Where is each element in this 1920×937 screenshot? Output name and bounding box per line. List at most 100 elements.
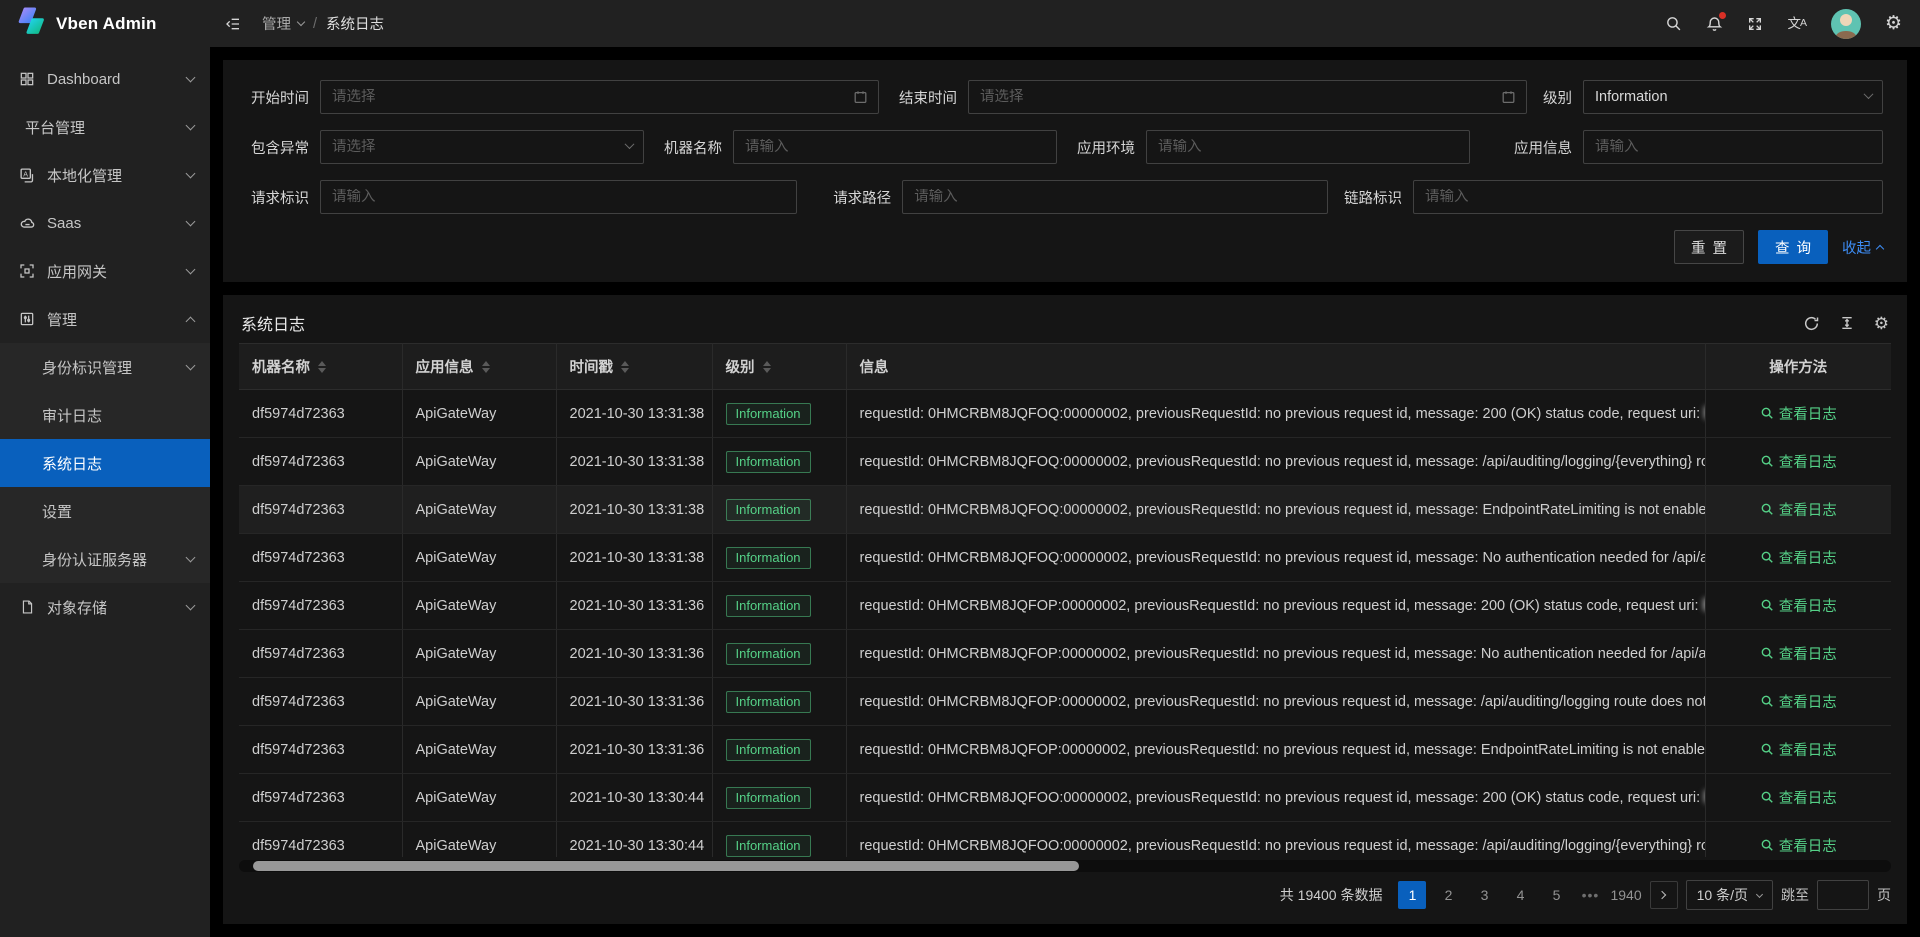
reset-button[interactable]: 重置: [1674, 230, 1744, 264]
field-machine-name: 机器名称: [660, 130, 1057, 164]
page-button-4[interactable]: 4: [1506, 881, 1534, 909]
column-header-machine[interactable]: 机器名称: [239, 344, 402, 390]
chevron-up-icon: [1876, 245, 1884, 253]
view-log-link[interactable]: 查看日志: [1760, 787, 1837, 808]
view-log-link[interactable]: 查看日志: [1760, 499, 1837, 520]
sort-carets[interactable]: [763, 361, 771, 373]
table-row: df5974d72363 ApiGateWay 2021-10-30 13:31…: [239, 726, 1891, 774]
column-height-icon[interactable]: [1839, 315, 1855, 331]
main-area: 管理 / 系统日志: [210, 0, 1920, 937]
start-time-input[interactable]: [320, 80, 879, 114]
notification-bell-icon[interactable]: [1706, 15, 1723, 33]
sort-carets[interactable]: [482, 361, 490, 373]
sidebar-item-identity-management[interactable]: 身份标识管理: [0, 343, 210, 391]
include-exception-select[interactable]: [320, 130, 644, 164]
view-log-link[interactable]: 查看日志: [1760, 595, 1837, 616]
cell-timestamp: 2021-10-30 13:31:38: [556, 486, 712, 534]
level-badge: Information: [726, 835, 811, 857]
breadcrumb-page: 系统日志: [326, 13, 384, 34]
page-jump-input[interactable]: [1817, 880, 1869, 910]
page-button-1[interactable]: 1: [1398, 881, 1426, 909]
avatar[interactable]: [1831, 9, 1861, 39]
chevron-down-icon: [626, 144, 633, 151]
sidebar-item-platform-management[interactable]: 平台管理: [0, 103, 210, 151]
view-log-link[interactable]: 查看日志: [1760, 739, 1837, 760]
request-path-input[interactable]: [902, 180, 1328, 214]
sidebar-item-settings[interactable]: 设置: [0, 487, 210, 535]
breadcrumb-section[interactable]: 管理: [262, 13, 304, 34]
page-button-2[interactable]: 2: [1434, 881, 1462, 909]
page-size-select[interactable]: 10 条/页: [1686, 880, 1773, 910]
cell-message: requestId: 0HMCRBM8JQFOP:00000002, previ…: [846, 630, 1705, 678]
table-row: df5974d72363 ApiGateWay 2021-10-30 13:30…: [239, 822, 1891, 858]
fullscreen-icon[interactable]: [1747, 16, 1763, 32]
request-id-input[interactable]: [320, 180, 797, 214]
cell-app-info: ApiGateWay: [402, 438, 556, 486]
level-badge: Information: [726, 739, 811, 761]
refresh-icon[interactable]: [1803, 315, 1820, 332]
sidebar-item-localization-management[interactable]: A 本地化管理: [0, 151, 210, 199]
sidebar-item-audit-log[interactable]: 审计日志: [0, 391, 210, 439]
field-include-exception: 包含异常: [247, 130, 644, 164]
settings-gear-icon[interactable]: ⚙: [1874, 315, 1889, 332]
end-time-input[interactable]: [968, 80, 1527, 114]
app-root: Vben Admin Dashboard 平台管理 A 本地化管理 Saas 应…: [0, 0, 1920, 937]
column-header-timestamp[interactable]: 时间戳: [556, 344, 712, 390]
view-log-link[interactable]: 查看日志: [1760, 643, 1837, 664]
trace-id-input[interactable]: [1413, 180, 1883, 214]
chevron-down-icon: [186, 361, 196, 371]
sidebar-item-object-storage[interactable]: 对象存储: [0, 583, 210, 631]
sidebar-item-auth-server[interactable]: 身份认证服务器: [0, 535, 210, 583]
chevron-down-icon: [186, 121, 196, 131]
field-app-env: 应用环境: [1073, 130, 1470, 164]
field-request-path: 请求路径: [829, 180, 1328, 214]
search-icon: [1760, 646, 1774, 660]
app-info-input[interactable]: [1583, 130, 1883, 164]
level-select[interactable]: Information: [1583, 80, 1883, 114]
next-page-button[interactable]: [1650, 881, 1678, 909]
app-env-input[interactable]: [1146, 130, 1470, 164]
query-button[interactable]: 查询: [1758, 230, 1828, 264]
view-log-link[interactable]: 查看日志: [1760, 547, 1837, 568]
cell-message: requestId: 0HMCRBM8JQFOP:00000002, previ…: [846, 582, 1705, 630]
horizontal-scrollbar[interactable]: [239, 860, 1891, 872]
cell-actions: 查看日志: [1705, 726, 1891, 774]
translate-icon[interactable]: 文A: [1787, 17, 1807, 31]
sidebar-item-system-log[interactable]: 系统日志: [0, 439, 210, 487]
view-log-link[interactable]: 查看日志: [1760, 451, 1837, 472]
sidebar-item-saas[interactable]: Saas: [0, 199, 210, 247]
sort-carets[interactable]: [318, 361, 326, 373]
page-ellipsis[interactable]: •••: [1578, 887, 1602, 903]
level-badge: Information: [726, 547, 811, 569]
calendar-icon: [1501, 90, 1516, 105]
column-header-app_info[interactable]: 应用信息: [402, 344, 556, 390]
search-icon[interactable]: [1665, 15, 1682, 32]
menu-fold-icon[interactable]: [224, 16, 242, 32]
collapse-link[interactable]: 收起: [1842, 237, 1883, 258]
cell-message: requestId: 0HMCRBM8JQFOQ:00000002, previ…: [846, 438, 1705, 486]
machine-name-input[interactable]: [733, 130, 1057, 164]
sidebar-item-app-gateway[interactable]: 应用网关: [0, 247, 210, 295]
view-log-link[interactable]: 查看日志: [1760, 691, 1837, 712]
table-body: df5974d72363 ApiGateWay 2021-10-30 13:31…: [239, 390, 1891, 858]
cell-actions: 查看日志: [1705, 774, 1891, 822]
settings-gear-icon[interactable]: ⚙: [1885, 14, 1902, 33]
cell-app-info: ApiGateWay: [402, 534, 556, 582]
column-header-level[interactable]: 级别: [712, 344, 846, 390]
page-button-3[interactable]: 3: [1470, 881, 1498, 909]
sidebar-item-management[interactable]: 管理: [0, 295, 210, 343]
level-badge: Information: [726, 499, 811, 521]
cell-app-info: ApiGateWay: [402, 630, 556, 678]
cell-timestamp: 2021-10-30 13:31:36: [556, 726, 712, 774]
view-log-link[interactable]: 查看日志: [1760, 403, 1837, 424]
level-badge: Information: [726, 403, 811, 425]
app-logo[interactable]: Vben Admin: [0, 0, 210, 47]
cell-actions: 查看日志: [1705, 678, 1891, 726]
sort-carets[interactable]: [621, 361, 629, 373]
sidebar-item-dashboard[interactable]: Dashboard: [0, 55, 210, 103]
view-log-link[interactable]: 查看日志: [1760, 835, 1837, 856]
page-button-5[interactable]: 5: [1542, 881, 1570, 909]
search-icon: [1760, 598, 1774, 612]
horizontal-scrollbar-thumb[interactable]: [253, 861, 1079, 871]
page-button-1940[interactable]: 1940: [1610, 881, 1641, 909]
